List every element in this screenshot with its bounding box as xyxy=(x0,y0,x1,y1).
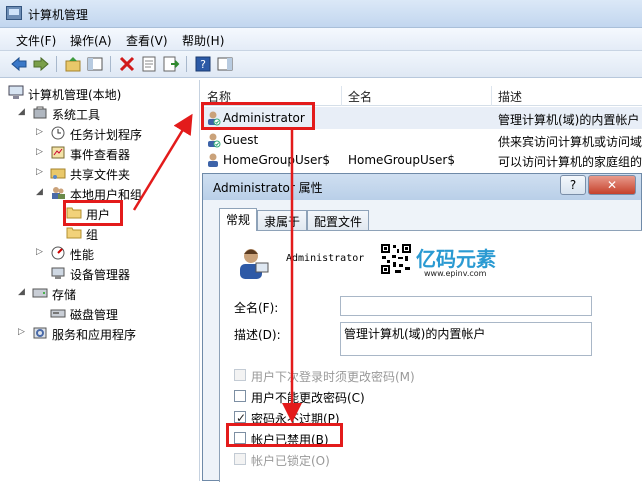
storage-icon xyxy=(32,285,48,300)
computer-icon xyxy=(8,85,24,100)
menu-bar: 文件(F) 操作(A) 查看(V) 帮助(H) xyxy=(0,28,642,51)
full-name-input[interactable] xyxy=(340,296,592,316)
forward-arrow-icon[interactable] xyxy=(32,55,50,73)
expanded-arrow-icon[interactable]: ◢ xyxy=(36,187,44,197)
users-group-icon xyxy=(50,185,66,200)
user-icon xyxy=(205,110,221,126)
checkmark-icon: ✓ xyxy=(236,411,247,425)
watermark-logo: 亿码元素 www.epinv.com xyxy=(416,243,526,279)
shared-folder-icon xyxy=(50,165,66,180)
full-name-label: 全名(F): xyxy=(234,301,279,315)
help-icon[interactable]: ? xyxy=(194,55,212,73)
dialog-close-button[interactable]: ✕ xyxy=(588,175,636,195)
delete-icon[interactable] xyxy=(118,55,136,73)
event-viewer-icon xyxy=(50,145,66,160)
user-icon xyxy=(205,132,221,148)
disk-icon xyxy=(50,305,66,320)
tools-icon xyxy=(32,105,48,120)
column-header-description[interactable]: 描述 xyxy=(498,88,522,105)
description-label: 描述(D): xyxy=(234,328,281,342)
table-row[interactable]: Administrator 管理计算机(域)的内置帐户 xyxy=(201,107,642,129)
services-icon xyxy=(32,325,48,340)
properties-dialog: Administrator 属性 ? ✕ 常规 隶属于 配置文件 Adminis… xyxy=(202,173,642,482)
tab-general[interactable]: 常规 xyxy=(219,208,258,231)
collapsed-arrow-icon[interactable]: ▷ xyxy=(36,127,44,137)
menu-file[interactable]: 文件(F) xyxy=(16,32,56,49)
folder-icon xyxy=(66,225,82,240)
tab-member-of[interactable]: 隶属于 xyxy=(257,210,308,230)
toolbar: ? xyxy=(0,51,642,78)
export-list-icon[interactable] xyxy=(162,55,180,73)
column-header-name[interactable]: 名称 xyxy=(207,88,231,105)
table-row[interactable]: HomeGroupUser$ HomeGroupUser$ 可以访问计算机的家庭… xyxy=(201,149,642,171)
collapsed-arrow-icon[interactable]: ▷ xyxy=(36,247,44,257)
user-avatar-icon xyxy=(234,245,270,281)
back-arrow-icon[interactable] xyxy=(10,55,28,73)
folder-icon xyxy=(66,205,82,220)
collapsed-arrow-icon[interactable]: ▷ xyxy=(36,147,44,157)
table-row[interactable]: Guest 供来宾访问计算机或访问域 xyxy=(201,129,642,151)
up-folder-icon[interactable] xyxy=(64,55,82,73)
watermark-logo-text: 亿码元素 xyxy=(416,247,496,271)
collapsed-arrow-icon[interactable]: ▷ xyxy=(36,167,44,177)
expanded-arrow-icon[interactable]: ◢ xyxy=(18,107,26,117)
expanded-arrow-icon[interactable]: ◢ xyxy=(18,287,26,297)
show-action-pane-icon[interactable] xyxy=(216,55,234,73)
username-label: Administrator xyxy=(286,253,365,264)
menu-action[interactable]: 操作(A) xyxy=(70,32,112,49)
dialog-help-button[interactable]: ? xyxy=(560,175,586,195)
console-tree: 计算机管理(本地) ◢ 系统工具 ▷ 任务计划程序 ▷ 事件查看器 ▷ 共享文件… xyxy=(0,80,200,481)
show-hide-tree-icon[interactable] xyxy=(86,55,104,73)
column-header-full-name[interactable]: 全名 xyxy=(348,88,372,105)
general-tab-panel: Administrator 亿码元素 www.epinv.com 全名(F): … xyxy=(219,230,642,482)
svg-text:?: ? xyxy=(200,58,206,71)
tab-profile[interactable]: 配置文件 xyxy=(307,210,370,230)
qr-code-icon xyxy=(380,243,412,275)
dialog-title-bar: Administrator 属性 ? ✕ xyxy=(203,174,641,200)
clock-icon xyxy=(50,125,66,140)
properties-icon[interactable] xyxy=(140,55,158,73)
performance-icon xyxy=(50,245,66,260)
menu-view[interactable]: 查看(V) xyxy=(126,32,168,49)
dialog-title: Administrator 属性 xyxy=(213,181,323,195)
menu-help[interactable]: 帮助(H) xyxy=(182,32,224,49)
watermark-logo-url: www.epinv.com xyxy=(424,269,487,278)
title-bar: 计算机管理 xyxy=(0,0,642,28)
list-header: 名称 全名 描述 xyxy=(201,86,642,106)
device-manager-icon xyxy=(50,265,66,280)
computer-management-icon xyxy=(6,6,22,20)
window-title: 计算机管理 xyxy=(28,8,89,22)
description-input[interactable]: 管理计算机(域)的内置帐户 xyxy=(340,322,592,356)
user-icon xyxy=(205,152,221,168)
collapsed-arrow-icon[interactable]: ▷ xyxy=(18,327,26,337)
